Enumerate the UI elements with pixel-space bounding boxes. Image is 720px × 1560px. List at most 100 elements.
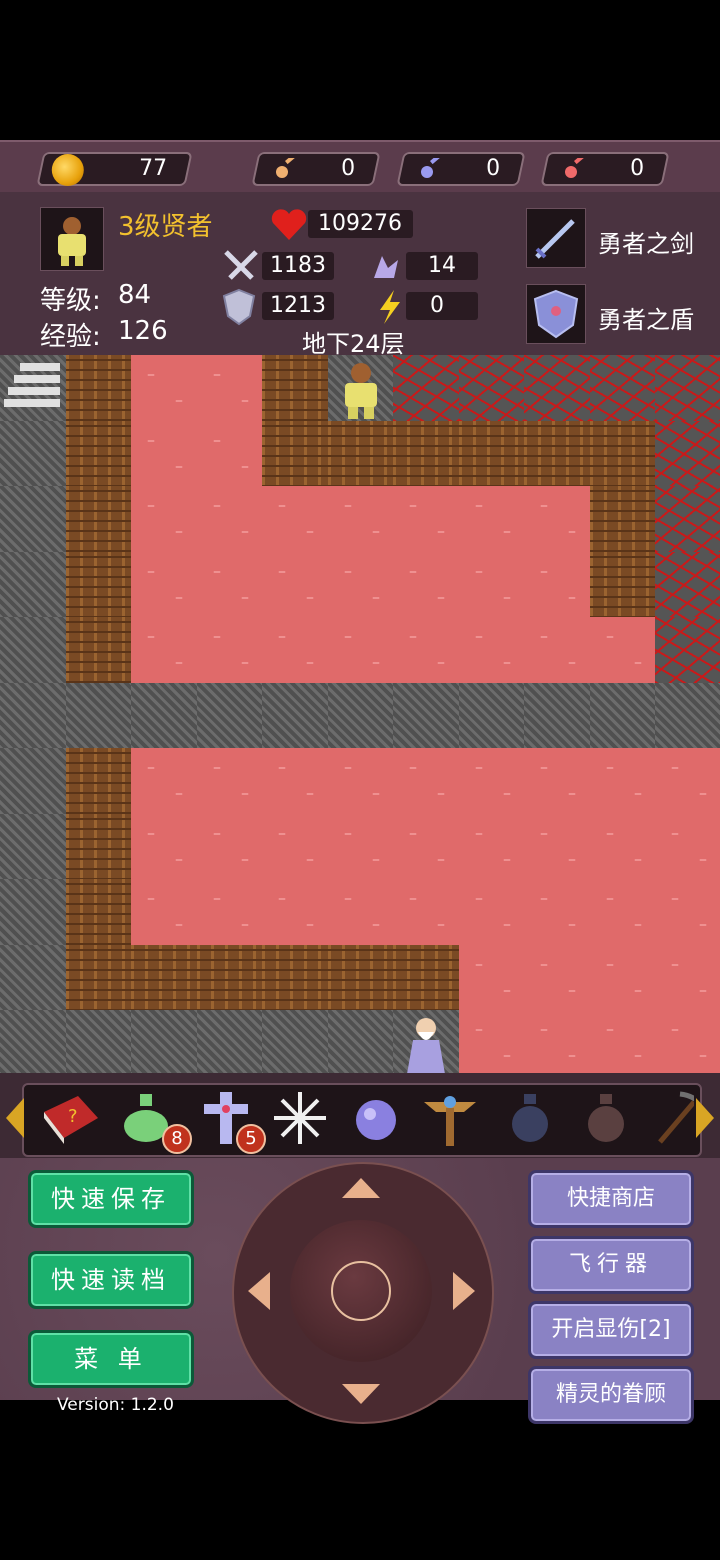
blue-vase-icon: [512, 1094, 548, 1142]
map-tile: [66, 748, 132, 814]
map-tile: [131, 617, 197, 683]
hero-portrait: [40, 207, 104, 271]
map-tile: [524, 1010, 590, 1073]
map-tile: [328, 552, 394, 618]
item-scroll-right-button[interactable]: [696, 1098, 714, 1138]
heart-icon: [271, 209, 307, 240]
map-tile: [524, 683, 590, 749]
map-tile: [66, 552, 132, 618]
map-tile: [655, 879, 720, 945]
map-tile: [262, 421, 328, 487]
map-tile: [262, 486, 328, 552]
map-tile: [655, 1010, 720, 1073]
snowflake-item[interactable]: [270, 1088, 330, 1148]
dpad-left-button[interactable]: [248, 1272, 270, 1310]
map-tile: [328, 683, 394, 749]
map-tile: [524, 617, 590, 683]
map-tile: [590, 486, 656, 552]
old-man-npc-tile[interactable]: [393, 1010, 459, 1073]
red-key-counter: 0: [540, 152, 670, 186]
map-tile: [328, 945, 394, 1011]
exp-value: 126: [118, 316, 168, 346]
map-tile: [459, 879, 525, 945]
map-tile: [131, 552, 197, 618]
dpad-down-button[interactable]: [342, 1384, 380, 1404]
spirit-favor-button[interactable]: 精灵的眷顾: [528, 1366, 694, 1424]
map-tile: [197, 814, 263, 880]
map-tile: [0, 552, 66, 618]
map-tile: [459, 421, 525, 487]
map-tile: [590, 879, 656, 945]
map-tile: [262, 617, 328, 683]
map-tile: [197, 945, 263, 1011]
map-tile: [524, 486, 590, 552]
defense-shield-icon: [222, 288, 256, 326]
map-tile: [655, 814, 720, 880]
lightning-icon: [380, 290, 400, 324]
quick-load-button[interactable]: 快速读档: [28, 1251, 194, 1309]
quick-shop-button[interactable]: 快捷商店: [528, 1170, 694, 1228]
blue-key-icon: [421, 158, 444, 178]
shield-slot[interactable]: [526, 284, 586, 344]
map-tile: [590, 617, 656, 683]
sword-icon: [535, 219, 575, 259]
map-tile: [0, 1010, 66, 1073]
dpad-up-button[interactable]: [342, 1178, 380, 1198]
dpad-right-button[interactable]: [453, 1272, 475, 1310]
map-tile: [197, 355, 263, 421]
map-tile: [0, 421, 66, 487]
map-tile: [655, 552, 720, 618]
hp-value: 109276: [318, 211, 402, 236]
map-tile: [393, 486, 459, 552]
map-tile: [393, 748, 459, 814]
shield-name: 勇者之盾: [598, 306, 694, 334]
map-tile: [66, 421, 132, 487]
menu-button[interactable]: 菜 单: [28, 1330, 194, 1388]
game-map[interactable]: [0, 355, 720, 1073]
map-tile: [524, 945, 590, 1011]
map-tile: [66, 945, 132, 1011]
map-tile: [66, 814, 132, 880]
map-tile: [131, 683, 197, 749]
weapon-slot[interactable]: [526, 208, 586, 268]
map-tile: [524, 748, 590, 814]
map-tile: [590, 683, 656, 749]
map-tile: [0, 617, 66, 683]
map-tile: [459, 617, 525, 683]
status-panel: 3级贤者 等级: 84 经验: 126 109276 1183 14 1213 …: [0, 192, 720, 358]
map-tile: [590, 748, 656, 814]
staff-item[interactable]: [420, 1088, 480, 1148]
map-tile: [655, 617, 720, 683]
map-tile: [0, 748, 66, 814]
map-tile: [459, 945, 525, 1011]
brown-vase-item[interactable]: [576, 1088, 636, 1148]
quick-save-button[interactable]: 快速保存: [28, 1170, 194, 1228]
blue-key-counter: 0: [396, 152, 526, 186]
blue-vase-item[interactable]: [500, 1088, 560, 1148]
map-tile: [459, 748, 525, 814]
map-tile: [197, 748, 263, 814]
floor-label: 地下24层: [302, 330, 405, 358]
map-tile: [393, 945, 459, 1011]
level-value: 84: [118, 280, 152, 310]
orb-item[interactable]: [346, 1088, 406, 1148]
map-tile: [393, 617, 459, 683]
monster-manual-item[interactable]: ?: [38, 1088, 98, 1148]
yellow-key-icon: [276, 158, 299, 178]
map-tile: [131, 1010, 197, 1073]
map-tile: [590, 421, 656, 487]
map-tile: [131, 814, 197, 880]
map-tile: [0, 879, 66, 945]
map-tile: [590, 814, 656, 880]
map-tile: [197, 486, 263, 552]
show-damage-button[interactable]: 开启显伤[2]: [528, 1301, 694, 1359]
item-scroll-left-button[interactable]: [6, 1098, 24, 1138]
yellow-key-value: 0: [341, 156, 356, 181]
red-key-value: 0: [630, 156, 645, 181]
flyer-button[interactable]: 飞行器: [528, 1236, 694, 1294]
map-tile: [66, 486, 132, 552]
snowflake-icon: [274, 1092, 326, 1144]
map-tile: [131, 879, 197, 945]
pickaxe-item[interactable]: [650, 1088, 694, 1148]
map-tile: [459, 814, 525, 880]
